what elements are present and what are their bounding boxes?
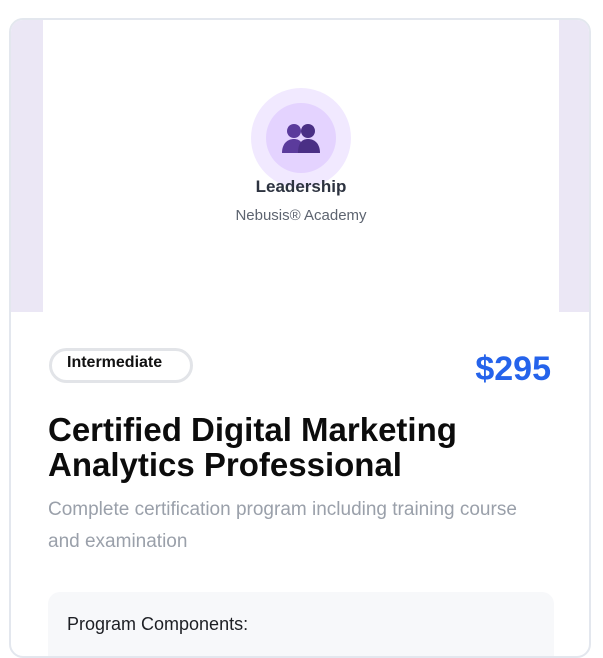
course-title[interactable]: Certified Digital Marketing Analytics Pr…: [48, 412, 548, 482]
program-components-heading: Program Components:: [67, 614, 249, 634]
course-card[interactable]: Leadership Nebusis® Academy Intermediate…: [9, 18, 591, 658]
course-price: $295: [475, 350, 551, 388]
program-components-panel: Program Components:: [48, 592, 554, 656]
course-description: Complete certification program including…: [48, 499, 517, 552]
card-hero: Leadership Nebusis® Academy: [11, 20, 589, 312]
category-icon-ring: [251, 88, 351, 188]
hero-panel: Leadership Nebusis® Academy: [43, 20, 559, 312]
people-icon: [282, 124, 320, 153]
level-badge: Intermediate: [49, 348, 193, 383]
category-label: Leadership: [255, 177, 347, 196]
provider-label: Nebusis® Academy: [235, 207, 367, 224]
level-badge-label: Intermediate: [67, 354, 163, 371]
category-icon-core: [266, 103, 336, 173]
